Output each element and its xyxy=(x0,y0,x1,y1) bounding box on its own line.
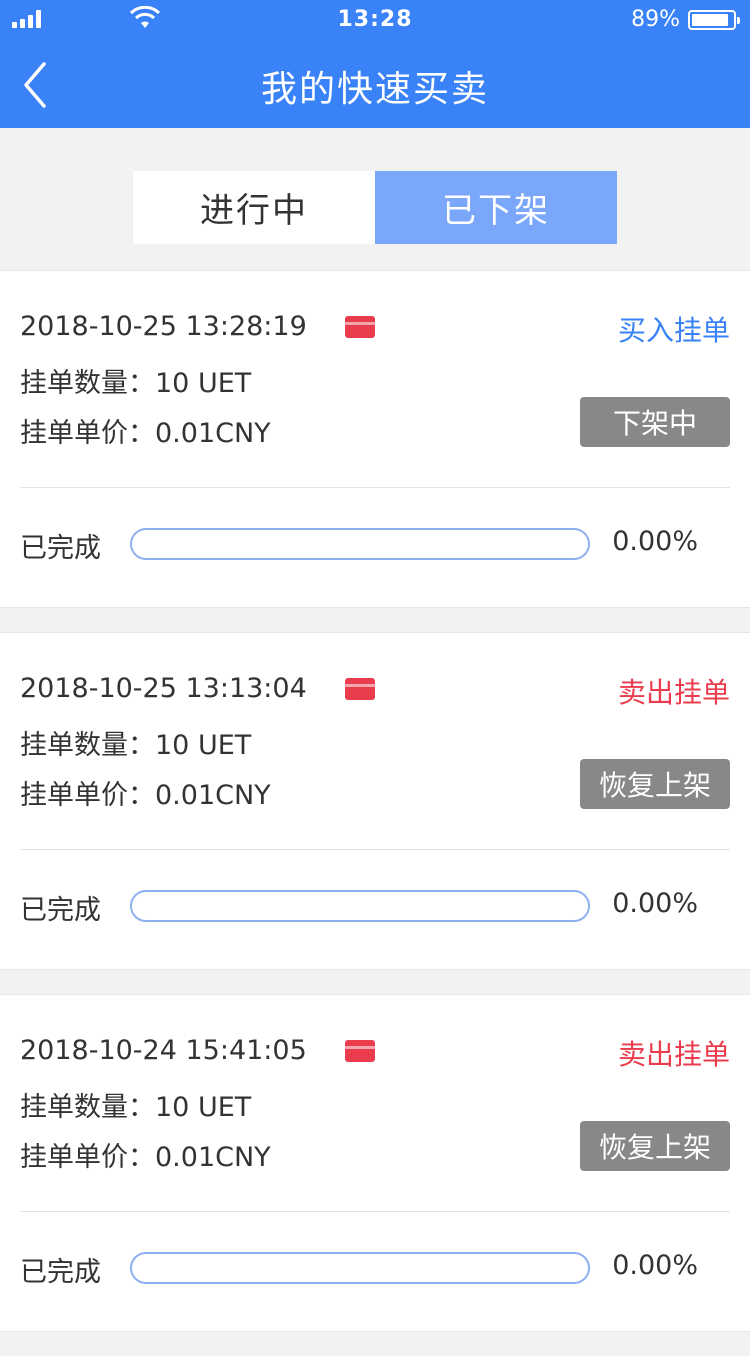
order-price: 挂单单价：0.01CNY xyxy=(20,780,271,811)
relist-button[interactable]: 恢复上架 xyxy=(580,759,730,809)
order-type: 卖出挂单 xyxy=(617,1038,730,1071)
bank-card-icon xyxy=(345,678,375,700)
progress-bar xyxy=(130,890,590,922)
order-card: 2018-10-25 13:28:19 买入挂单 挂单数量：10 UET 挂单单… xyxy=(0,270,750,608)
delisting-button[interactable]: 下架中 xyxy=(580,397,730,447)
order-price: 挂单单价：0.01CNY xyxy=(20,418,271,449)
bank-card-icon xyxy=(345,1040,375,1062)
order-quantity: 挂单数量：10 UET xyxy=(20,368,252,399)
battery-percent: 89% xyxy=(631,7,680,32)
completed-label: 已完成 xyxy=(20,895,101,926)
order-price: 挂单单价：0.01CNY xyxy=(20,1142,271,1173)
divider xyxy=(20,1211,730,1212)
order-datetime: 2018-10-24 15:41:05 xyxy=(20,1035,307,1066)
completed-label: 已完成 xyxy=(20,1257,101,1288)
relist-button[interactable]: 恢复上架 xyxy=(580,1121,730,1171)
page-title: 我的快速买卖 xyxy=(260,69,489,110)
order-card: 2018-10-25 13:13:04 卖出挂单 挂单数量：10 UET 挂单单… xyxy=(0,632,750,970)
progress-bar xyxy=(130,528,590,560)
divider xyxy=(20,487,730,488)
order-type: 买入挂单 xyxy=(617,314,730,347)
status-tabs: 进行中 已下架 xyxy=(133,171,617,244)
order-quantity: 挂单数量：10 UET xyxy=(20,1092,252,1123)
order-card: 2018-10-24 15:41:05 卖出挂单 挂单数量：10 UET 挂单单… xyxy=(0,994,750,1332)
progress-percent: 0.00% xyxy=(612,1250,698,1281)
order-type: 卖出挂单 xyxy=(617,676,730,709)
completed-label: 已完成 xyxy=(20,533,101,564)
divider xyxy=(20,849,730,850)
order-quantity: 挂单数量：10 UET xyxy=(20,730,252,761)
status-bar: 13:28 89% xyxy=(0,0,750,40)
order-datetime: 2018-10-25 13:13:04 xyxy=(20,673,307,704)
order-list: 2018-10-25 13:28:19 买入挂单 挂单数量：10 UET 挂单单… xyxy=(0,270,750,1356)
nav-bar: 我的快速买卖 xyxy=(0,40,750,128)
order-datetime: 2018-10-25 13:28:19 xyxy=(20,311,307,342)
progress-percent: 0.00% xyxy=(612,888,698,919)
progress-percent: 0.00% xyxy=(612,526,698,557)
bank-card-icon xyxy=(345,316,375,338)
tab-delisted[interactable]: 已下架 xyxy=(375,171,617,244)
battery-icon xyxy=(688,10,740,30)
header: 13:28 89% 我的快速买卖 xyxy=(0,0,750,128)
tab-in-progress[interactable]: 进行中 xyxy=(133,171,375,244)
progress-bar xyxy=(130,1252,590,1284)
